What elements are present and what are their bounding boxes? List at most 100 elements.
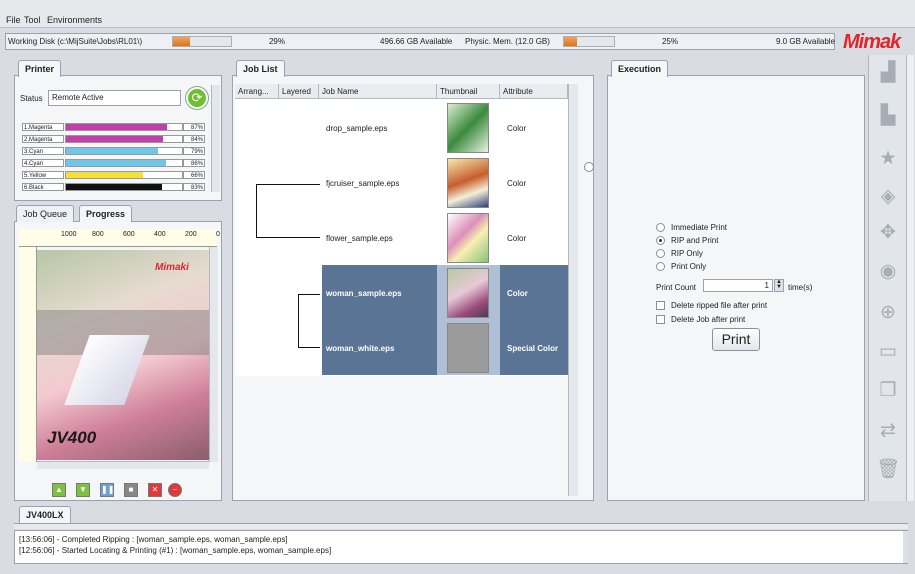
- disk-available: 496.66 GB Available: [380, 37, 453, 46]
- ink-percent: 79%: [183, 147, 205, 155]
- tab-job-queue[interactable]: Job Queue: [16, 205, 75, 222]
- ink-row: 5.Yellow 66%: [22, 171, 205, 179]
- ruler-label: 1000: [61, 231, 77, 238]
- ink-row: 4.Cyan 86%: [22, 159, 205, 167]
- horizontal-ruler: 1000 800 600 400 200 0: [19, 229, 220, 247]
- move-icon[interactable]: ✥: [873, 218, 903, 246]
- print-option-radio[interactable]: [656, 236, 665, 245]
- preview-horizontal-scrollbar[interactable]: [37, 461, 209, 469]
- selected-attr-highlight: [500, 265, 568, 375]
- ink-name: 6.Black: [22, 183, 64, 191]
- cancel-job-button[interactable]: ✕: [148, 483, 162, 497]
- job-attr-1: Color: [507, 124, 527, 133]
- column-job-name[interactable]: Job Name: [319, 84, 437, 99]
- job-thumbnail-5[interactable]: [447, 323, 489, 373]
- move-up-button[interactable]: ▲: [52, 483, 66, 497]
- column-thumbnail[interactable]: Thumbnail: [437, 84, 500, 99]
- ink-name: 1.Magenta: [22, 123, 64, 131]
- print-option-radio[interactable]: [656, 223, 665, 232]
- delete-job-label: Delete Job after print: [671, 315, 746, 324]
- delete-ripped-checkbox[interactable]: [656, 301, 665, 310]
- ink-row: 1.Magenta 87%: [22, 123, 205, 131]
- group-bracket-2: [298, 294, 320, 348]
- remove-icon[interactable]: −: [168, 483, 182, 497]
- group-bracket-1: [256, 184, 320, 238]
- print-option-label: Print Only: [671, 262, 707, 271]
- ruler-label: 600: [123, 231, 135, 238]
- ink-level-bar: [65, 135, 183, 143]
- preview-icon[interactable]: ◉: [873, 257, 903, 285]
- stop-button[interactable]: ■: [124, 483, 138, 497]
- column-arrange[interactable]: Arrang...: [235, 84, 279, 99]
- log-line-2: [12:56:06] - Started Locating & Printing…: [19, 546, 332, 555]
- log-splitter[interactable]: [14, 523, 908, 529]
- job-name-5[interactable]: woman_white.eps: [326, 344, 394, 353]
- disk-percent: 29%: [268, 37, 285, 46]
- menu-tool[interactable]: Tool: [24, 15, 41, 25]
- splitter-handle-icon[interactable]: [584, 162, 594, 172]
- preview-brand: Mimaki: [155, 262, 189, 273]
- job-name-4[interactable]: woman_sample.eps: [326, 289, 402, 298]
- ink-name: 4.Cyan: [22, 159, 64, 167]
- log-scrollbar[interactable]: [903, 531, 908, 563]
- print-button[interactable]: Print: [712, 328, 760, 351]
- add-printer-icon[interactable]: ▟: [873, 58, 903, 86]
- job-thumbnail-2[interactable]: [447, 158, 489, 208]
- tab-progress[interactable]: Progress: [79, 205, 133, 222]
- tab-job-list[interactable]: Job List: [236, 60, 285, 77]
- ink-row: 2.Magenta 84%: [22, 135, 205, 143]
- swap-icon[interactable]: ⇄: [873, 416, 903, 444]
- print-count-input[interactable]: 1: [703, 279, 773, 292]
- ink-name: 5.Yellow: [22, 171, 64, 179]
- resource-status-bar: Working Disk (c:\MijSuite\Jobs\RL01\) 29…: [5, 33, 835, 50]
- ink-percent: 86%: [183, 159, 205, 167]
- status-label: Status: [20, 94, 43, 103]
- job-thumbnail-3[interactable]: [447, 213, 489, 263]
- tab-printer-model[interactable]: JV400LX: [19, 506, 71, 523]
- ink-percent: 66%: [183, 171, 205, 179]
- printer-group-icon[interactable]: ▙: [873, 101, 903, 129]
- ruler-label: 0: [216, 231, 220, 238]
- memory-available: 9.0 GB Available: [776, 37, 836, 46]
- print-option-radio[interactable]: [656, 249, 665, 258]
- tab-execution[interactable]: Execution: [611, 60, 669, 77]
- job-name-3[interactable]: flower_sample.eps: [326, 234, 393, 243]
- ink-percent: 84%: [183, 135, 205, 143]
- job-favorite-icon[interactable]: ★: [873, 144, 903, 172]
- job-list-scrollbar[interactable]: [568, 84, 578, 496]
- job-thumbnail-4[interactable]: [447, 268, 489, 318]
- print-count-spinner-icon[interactable]: ▲ ▼: [774, 279, 784, 292]
- menu-environments[interactable]: Environments: [47, 15, 102, 25]
- ink-percent: 83%: [183, 183, 205, 191]
- menu-file[interactable]: File: [6, 15, 21, 25]
- printer-scrollbar[interactable]: [211, 85, 220, 192]
- job-name-2[interactable]: fjcruiser_sample.eps: [326, 179, 399, 188]
- vertical-ruler: [19, 247, 37, 462]
- preview-scrollbar[interactable]: [209, 247, 218, 462]
- layers-icon[interactable]: ◈: [873, 182, 903, 210]
- selected-row-highlight: [322, 265, 437, 375]
- column-attribute[interactable]: Attribute: [500, 84, 568, 99]
- job-attr-5: Special Color: [507, 344, 559, 353]
- move-down-button[interactable]: ▼: [76, 483, 90, 497]
- memory-usage-fill: [564, 37, 577, 46]
- delete-ripped-label: Delete ripped file after print: [671, 301, 768, 310]
- tool-strip-scrollbar[interactable]: [906, 55, 914, 501]
- ink-level-fill: [66, 172, 143, 178]
- job-thumbnail-1[interactable]: [447, 103, 489, 153]
- pause-button[interactable]: ❚❚: [100, 483, 114, 497]
- job-name-1[interactable]: drop_sample.eps: [326, 124, 387, 133]
- ink-level-fill: [66, 148, 158, 154]
- ink-level-fill: [66, 124, 167, 130]
- tab-printer[interactable]: Printer: [18, 60, 62, 77]
- ink-level-bar: [65, 171, 183, 179]
- copy-icon[interactable]: ❐: [873, 376, 903, 404]
- print-option-radio[interactable]: [656, 262, 665, 271]
- column-layered[interactable]: Layered: [279, 84, 319, 99]
- print-option-label: RIP and Print: [671, 236, 719, 245]
- position-icon[interactable]: ⊕: [873, 298, 903, 326]
- delete-job-checkbox[interactable]: [656, 315, 665, 324]
- image-settings-icon[interactable]: ▭: [873, 337, 903, 365]
- trash-icon[interactable]: 🗑: [873, 455, 903, 483]
- refresh-icon[interactable]: ⟳: [186, 87, 208, 109]
